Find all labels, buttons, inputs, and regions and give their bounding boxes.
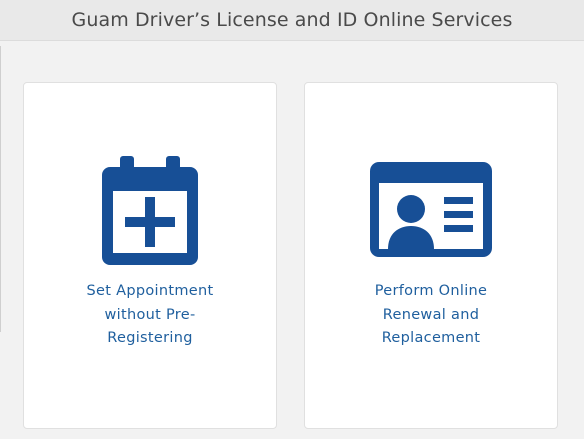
id-card-icon (370, 162, 492, 257)
calendar-plus-icon (102, 156, 198, 265)
online-renewal-card[interactable]: Perform Online Renewal and Replacement (304, 82, 558, 429)
set-appointment-card[interactable]: Set Appointment without Pre- Registering (23, 82, 277, 429)
set-appointment-label: Set Appointment without Pre- Registering (86, 283, 214, 346)
online-renewal-label: Perform Online Renewal and Replacement (374, 283, 488, 346)
left-divider (0, 46, 1, 332)
page-title: Guam Driver’s License and ID Online Serv… (71, 9, 513, 31)
page-header: Guam Driver’s License and ID Online Serv… (0, 0, 584, 41)
